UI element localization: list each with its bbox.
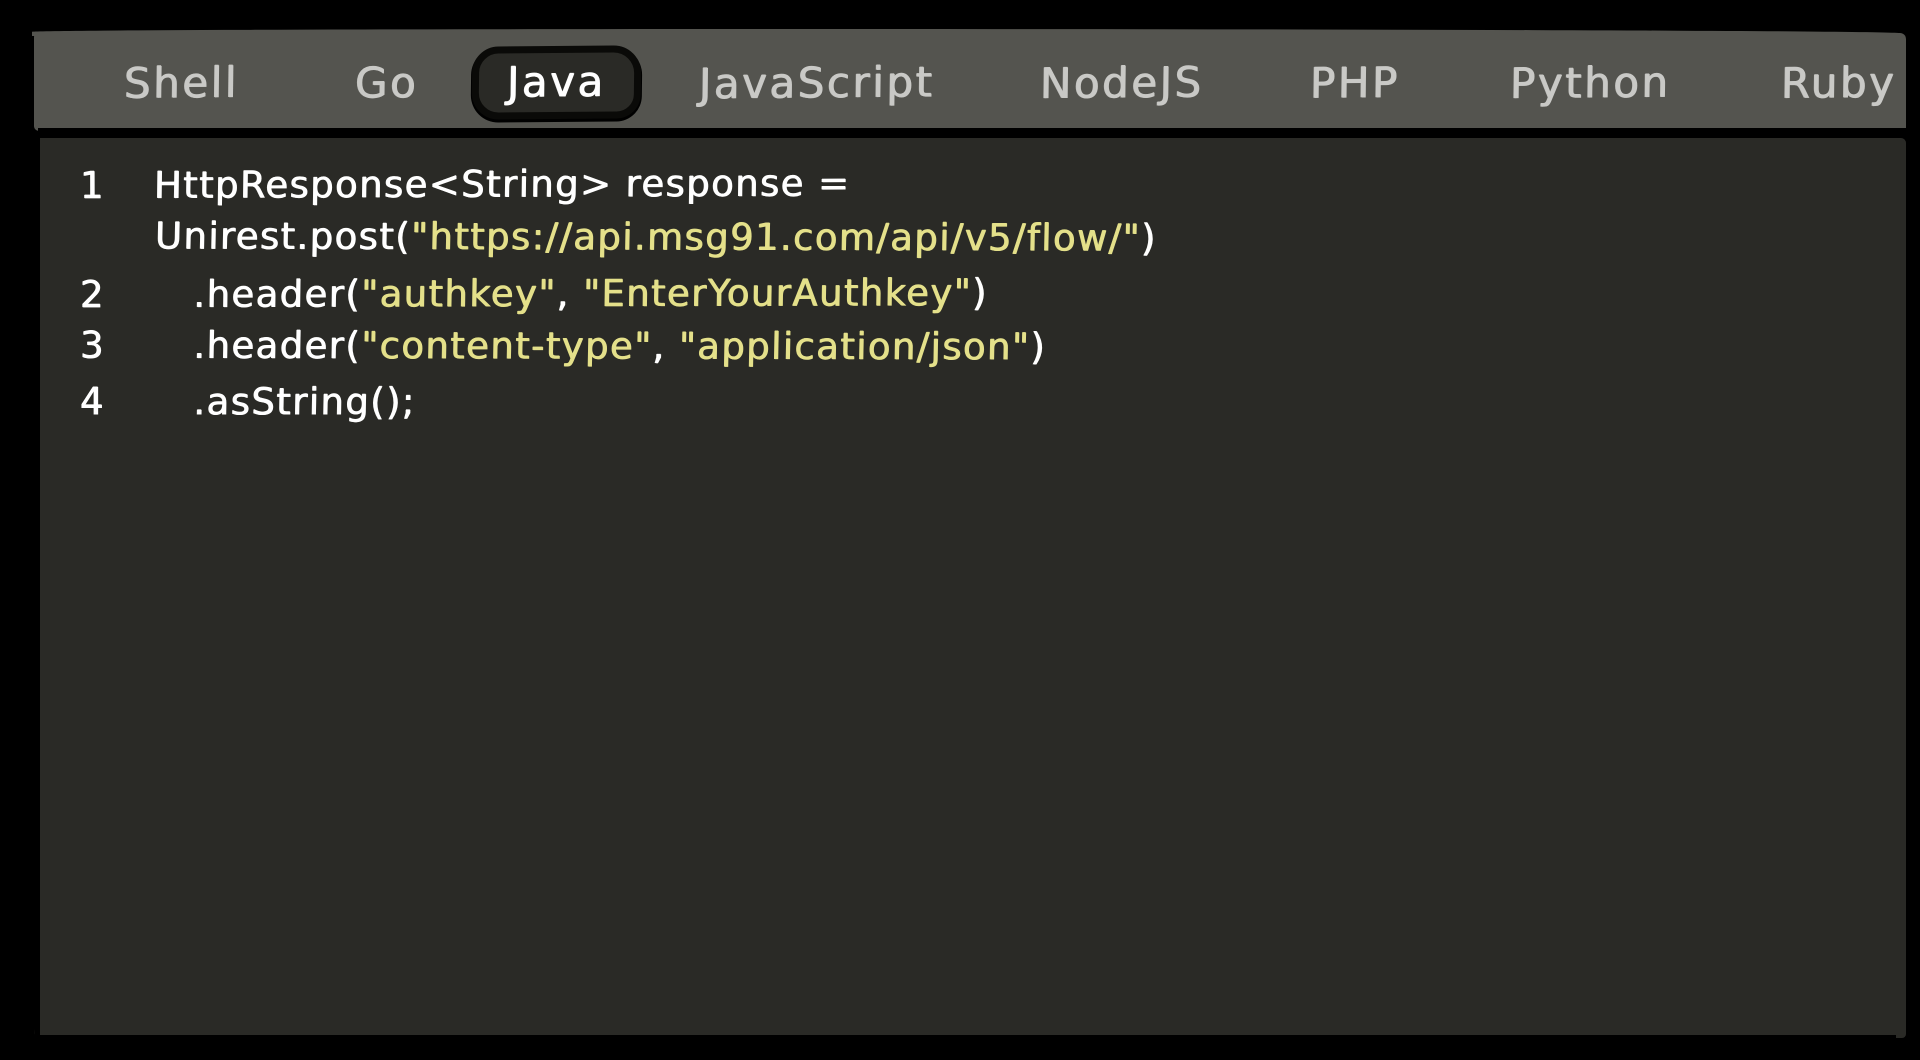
code-line: 3 .header("content-type", "application/j… (34, 319, 1906, 377)
code-token: .header( (154, 324, 362, 367)
tab-php[interactable]: PHP (1276, 51, 1435, 113)
app-root: Shell Go Java JavaScript NodeJS PHP Python Ruby… (0, 0, 1920, 1060)
tab-list: Shell Go Java JavaScript NodeJS PHP Python Ruby (34, 33, 1920, 131)
code-token: Unirest.post( (155, 214, 412, 258)
code-editor[interactable]: 1HttpResponse<String> response =Unirest.… (34, 138, 1906, 430)
code-line: 4 .asString(); (34, 375, 1906, 430)
line-number: 2 (34, 267, 154, 322)
code-token: HttpResponse<String> response = (154, 161, 851, 206)
code-token: , (556, 271, 583, 314)
code-line: 1HttpResponse<String> response = (34, 153, 1906, 214)
tab-python[interactable]: Python (1476, 51, 1705, 114)
tab-java[interactable]: Java (472, 45, 642, 119)
code-line: 2 .header("authkey", "EnterYourAuthkey") (34, 264, 1906, 323)
code-string-literal: "EnterYourAuthkey" (583, 270, 973, 314)
code-line-text: Unirest.post("https://api.msg91.com/api/… (154, 209, 1157, 266)
code-string-literal: "content-type" (361, 324, 653, 368)
language-tab-bar: ShellGoJavaJavaScriptNodeJSPHPPythonRuby (34, 33, 1906, 131)
code-string-literal: "authkey" (361, 271, 557, 314)
code-string-literal: "https://api.msg91.com/api/v5/flow/" (411, 215, 1142, 260)
line-number: 3 (34, 319, 154, 374)
code-line-text: .header("content-type", "application/jso… (153, 319, 1046, 375)
code-token: , (652, 325, 679, 368)
window-frame: ShellGoJavaJavaScriptNodeJSPHPPythonRuby… (10, 8, 1910, 1052)
code-line-text: .header("authkey", "EnterYourAuthkey") (154, 265, 989, 321)
tab-javascript[interactable]: JavaScript (665, 50, 969, 114)
code-token: ) (1141, 216, 1158, 259)
tab-go[interactable]: Go (321, 51, 453, 113)
tab-nodejs[interactable]: NodeJS (1006, 50, 1238, 113)
tab-ruby[interactable]: Ruby (1746, 51, 1920, 114)
code-line: Unirest.post("https://api.msg91.com/api/… (35, 209, 1907, 268)
tab-shell[interactable]: Shell (90, 51, 274, 114)
code-token: .header( (154, 272, 362, 315)
code-panel: 1HttpResponse<String> response =Unirest.… (34, 138, 1906, 1038)
code-line-text: .asString(); (154, 375, 417, 430)
line-number: 1 (34, 159, 154, 214)
line-number: 4 (34, 375, 154, 430)
code-line-text: HttpResponse<String> response = (154, 156, 851, 213)
code-string-literal: "application/json" (678, 325, 1030, 369)
code-token: ) (1030, 325, 1047, 368)
code-token: .asString(); (154, 380, 417, 423)
code-token: ) (972, 270, 989, 313)
